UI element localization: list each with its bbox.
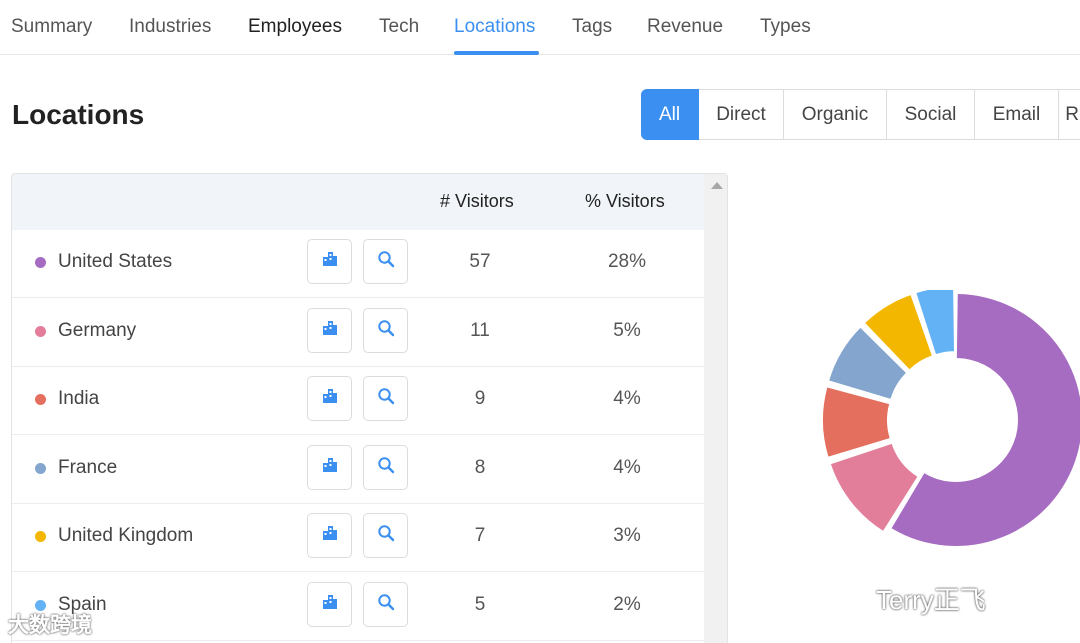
search-button[interactable] <box>363 307 408 353</box>
page-title: Locations <box>12 99 145 130</box>
building-icon <box>321 387 339 410</box>
companies-button[interactable] <box>307 376 352 421</box>
filter-all[interactable]: All <box>641 89 699 140</box>
watermark-right: Terry正飞 <box>876 585 986 615</box>
tab-tags[interactable]: Tags <box>572 16 612 38</box>
building-icon <box>321 524 339 547</box>
visitor-count: 11 <box>470 319 490 341</box>
table-scrollbar[interactable] <box>704 174 727 643</box>
search-button[interactable] <box>363 513 408 558</box>
visitor-percent: 28% <box>607 251 647 272</box>
visitor-percent: 2% <box>613 593 641 615</box>
visitor-count: 7 <box>474 525 486 546</box>
series-color-dot <box>35 325 46 337</box>
tab-types[interactable]: Types <box>760 16 811 38</box>
country-name: United Kingdom <box>58 525 194 546</box>
visitor-count: 8 <box>474 456 486 478</box>
tab-summary[interactable]: Summary <box>11 16 92 38</box>
table-row: France 8 4% <box>12 436 704 504</box>
visitor-count: 9 <box>474 388 486 409</box>
header-percent-visitors: % Visitors <box>585 191 665 211</box>
country-name: Germany <box>58 319 137 341</box>
visitor-count: 57 <box>469 251 491 272</box>
tab-industries[interactable]: Industries <box>129 16 211 38</box>
series-color-dot <box>35 394 46 405</box>
filter-overflow[interactable]: R <box>1059 89 1080 140</box>
search-button[interactable] <box>363 581 408 627</box>
visitor-percent: 4% <box>613 388 641 409</box>
locations-donut-chart <box>823 290 1080 546</box>
locations-table: # Visitors % Visitors United States 57 28%… <box>11 173 728 643</box>
visitor-percent: 3% <box>613 525 641 546</box>
companies-button[interactable] <box>307 581 352 627</box>
visitor-count: 5 <box>474 593 486 615</box>
building-icon <box>321 319 339 342</box>
building-icon <box>321 593 339 616</box>
series-color-dot <box>35 257 46 268</box>
active-tab-indicator <box>454 51 539 55</box>
top-tabs: Summary Industries Employees Tech Locati… <box>0 0 1080 55</box>
donut-slice-india[interactable] <box>823 387 890 457</box>
series-color-dot <box>35 531 46 542</box>
search-button[interactable] <box>363 376 408 421</box>
table-row: India 9 4% <box>12 367 704 435</box>
tab-revenue[interactable]: Revenue <box>647 16 723 38</box>
filter-direct[interactable]: Direct <box>699 89 784 140</box>
search-button[interactable] <box>363 444 408 490</box>
search-icon <box>377 250 395 273</box>
search-button[interactable] <box>363 239 408 284</box>
filter-social[interactable]: Social <box>887 89 975 140</box>
companies-button[interactable] <box>307 444 352 490</box>
filter-organic[interactable]: Organic <box>784 89 887 140</box>
table-row: Germany 11 5% <box>12 299 704 367</box>
filter-email[interactable]: Email <box>975 89 1059 140</box>
country-name: United States <box>58 251 173 272</box>
table-row: Spain 5 2% <box>12 573 704 641</box>
tab-employees[interactable]: Employees <box>248 16 342 38</box>
visitor-percent: 5% <box>613 319 641 341</box>
table-row: United States 57 28% <box>12 230 704 298</box>
table-row: United Kingdom 7 3% <box>12 504 704 572</box>
companies-button[interactable] <box>307 307 352 353</box>
search-icon <box>377 387 395 410</box>
series-color-dot <box>35 462 46 474</box>
visitor-percent: 4% <box>613 456 641 478</box>
scroll-up-icon[interactable] <box>711 182 723 189</box>
search-icon <box>377 524 395 547</box>
search-icon <box>377 319 395 342</box>
companies-button[interactable] <box>307 239 352 284</box>
building-icon <box>321 456 339 479</box>
search-icon <box>377 456 395 479</box>
companies-button[interactable] <box>307 513 352 558</box>
table-header: # Visitors % Visitors <box>12 174 704 230</box>
header-visitors: # Visitors <box>440 191 514 211</box>
watermark-left: 大数跨境 <box>8 614 92 637</box>
building-icon <box>321 250 339 273</box>
country-name: France <box>58 456 118 478</box>
search-icon <box>377 593 395 616</box>
channel-filter: All Direct Organic Social Email R <box>641 89 1080 140</box>
tab-locations[interactable]: Locations <box>454 16 535 38</box>
tab-tech[interactable]: Tech <box>379 16 419 38</box>
country-name: India <box>58 388 100 409</box>
